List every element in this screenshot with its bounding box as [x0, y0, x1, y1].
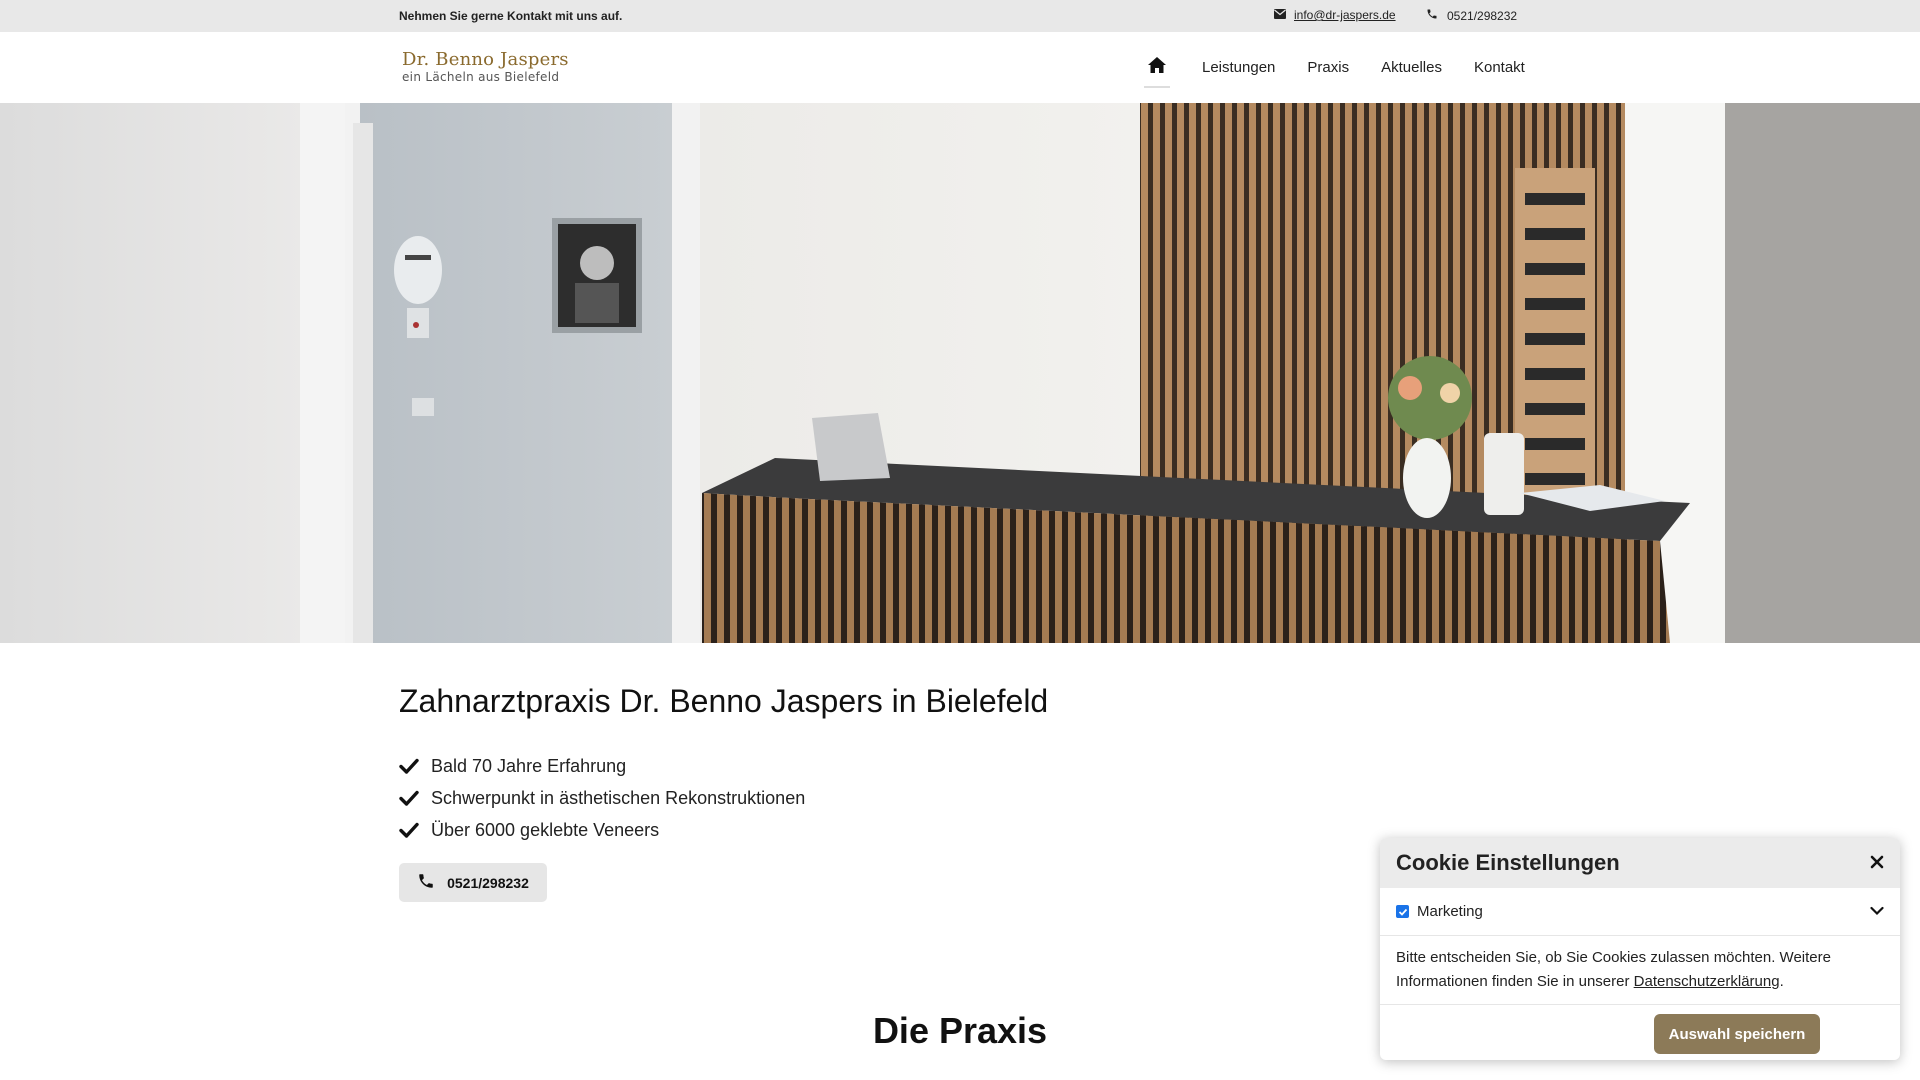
cookie-dialog-header: Cookie Einstellungen — [1380, 838, 1900, 888]
feature-list: Bald 70 Jahre Erfahrung Schwerpunkt in ä… — [399, 750, 805, 846]
home-icon — [1148, 57, 1166, 78]
call-button-label: 0521/298232 — [447, 874, 529, 891]
check-icon — [399, 790, 421, 806]
nav-item-kontakt[interactable]: Kontakt — [1474, 59, 1525, 76]
email-link[interactable]: info@dr-jaspers.de — [1294, 8, 1396, 22]
top-bar: Nehmen Sie gerne Kontakt mit uns auf. in… — [0, 0, 1920, 32]
list-item: Schwerpunkt in ästhetischen Rekonstrukti… — [399, 782, 805, 814]
nav-item-praxis[interactable]: Praxis — [1307, 59, 1349, 76]
save-selection-button[interactable]: Auswahl speichern — [1654, 1014, 1820, 1054]
site-header: Dr. Benno Jaspers ein Lächeln aus Bielef… — [0, 32, 1920, 103]
check-icon — [399, 822, 421, 838]
phone-icon — [417, 872, 435, 893]
hero-image — [0, 103, 1920, 643]
phone-number: 0521/298232 — [1447, 8, 1518, 23]
call-button[interactable]: 0521/298232 — [399, 863, 547, 902]
contact-prompt: Nehmen Sie gerne Kontakt mit uns auf. — [399, 9, 623, 23]
close-icon[interactable] — [1870, 852, 1884, 875]
phone-icon — [1426, 8, 1438, 23]
marketing-checkbox[interactable] — [1396, 905, 1409, 918]
list-item: Über 6000 geklebte Veneers — [399, 814, 805, 846]
nav-home[interactable] — [1144, 32, 1170, 103]
feature-text: Bald 70 Jahre Erfahrung — [431, 755, 627, 776]
check-icon — [399, 758, 421, 774]
privacy-link[interactable]: Datenschutzerklärung — [1634, 973, 1780, 990]
nav-item-leistungen[interactable]: Leistungen — [1202, 59, 1275, 76]
cookie-description: Bitte entscheiden Sie, ob Sie Cookies zu… — [1380, 936, 1900, 1005]
logo-name: Dr. Benno Jaspers — [402, 49, 569, 70]
cookie-dialog-footer: Auswahl speichern — [1380, 1005, 1900, 1060]
cookie-text-end: . — [1779, 973, 1784, 990]
feature-text: Schwerpunkt in ästhetischen Rekonstrukti… — [431, 787, 806, 808]
cookie-dialog-title: Cookie Einstellungen — [1396, 850, 1620, 875]
cookie-option-marketing[interactable]: Marketing — [1380, 888, 1900, 936]
nav-item-aktuelles[interactable]: Aktuelles — [1381, 59, 1442, 76]
logo-tagline: ein Lächeln aus Bielefeld — [402, 70, 560, 84]
list-item: Bald 70 Jahre Erfahrung — [399, 750, 805, 782]
page-title: Zahnarztpraxis Dr. Benno Jaspers in Biel… — [399, 683, 1049, 719]
envelope-icon — [1274, 8, 1286, 22]
main-nav: Leistungen Praxis Aktuelles Kontakt — [1144, 32, 1525, 103]
email-contact[interactable]: info@dr-jaspers.de — [1274, 8, 1396, 22]
chevron-down-icon[interactable] — [1870, 903, 1884, 921]
marketing-label: Marketing — [1417, 903, 1483, 920]
phone-contact[interactable]: 0521/298232 — [1426, 8, 1517, 23]
reception-photo — [0, 103, 1920, 643]
feature-text: Über 6000 geklebte Veneers — [431, 819, 660, 840]
cookie-dialog: Cookie Einstellungen Marketing Bitte ent… — [1380, 838, 1900, 1060]
logo[interactable]: Dr. Benno Jaspers ein Lächeln aus Bielef… — [402, 49, 569, 84]
